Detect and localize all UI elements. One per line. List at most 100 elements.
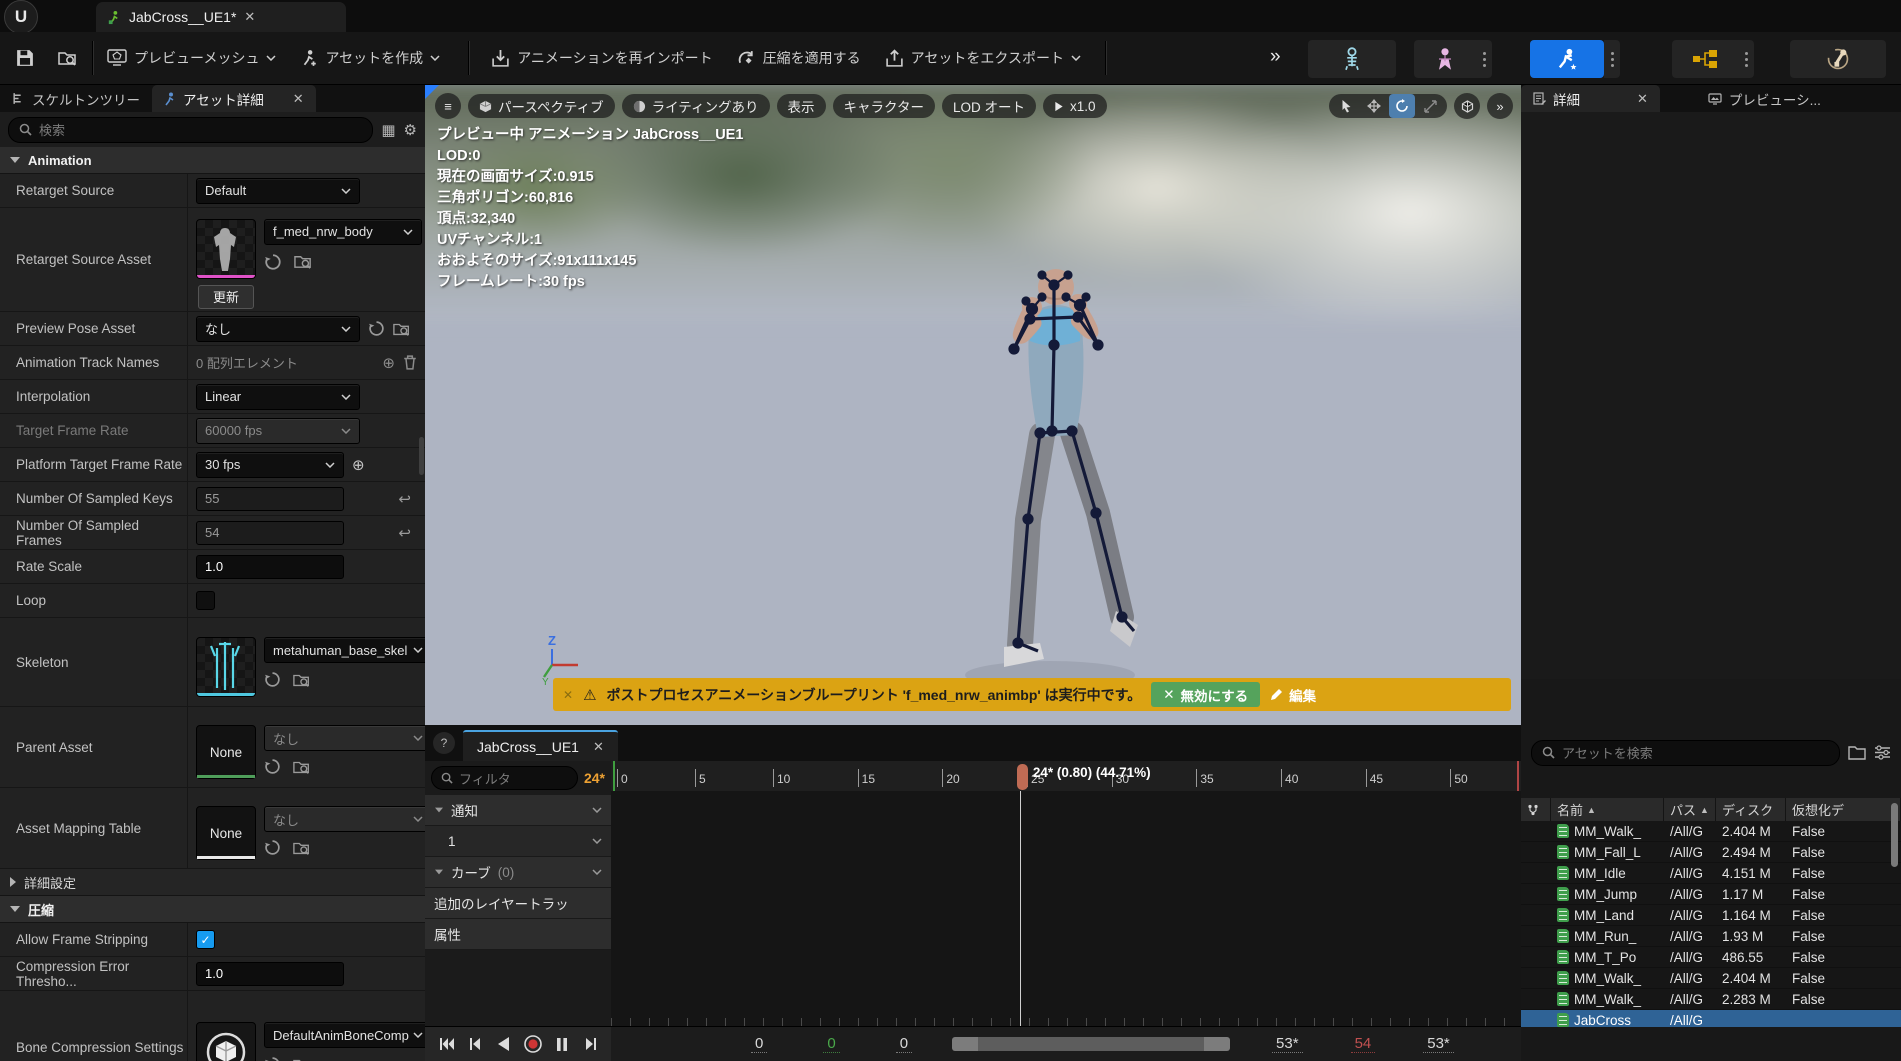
transport-end-frame[interactable]: 53* — [1423, 1035, 1454, 1053]
property-matrix-icon[interactable]: ▦ — [381, 121, 395, 139]
timeline-document-tab[interactable]: JabCross__UE1 ✕ — [463, 730, 618, 762]
column-disk-size[interactable]: ディスク — [1716, 798, 1786, 821]
column-path[interactable]: パス ▲ — [1664, 798, 1716, 821]
track-attributes[interactable]: 属性 — [425, 919, 611, 950]
edit-postprocess-button[interactable]: 編集 — [1270, 685, 1316, 705]
track-notifies[interactable]: 通知 — [425, 795, 611, 826]
physics-mode-button[interactable] — [1790, 40, 1886, 78]
create-asset-button[interactable]: アセットを作成 — [290, 38, 450, 78]
step-forward-button[interactable] — [580, 1033, 602, 1055]
tab-skeleton-tree[interactable]: スケルトンツリー — [0, 85, 152, 112]
details-search-input[interactable]: 検索 — [8, 116, 374, 143]
reset-to-default-icon[interactable]: ↩ — [398, 524, 411, 542]
tab-preview-scene[interactable]: プレビューシ... — [1696, 85, 1833, 112]
use-selected-asset-icon[interactable] — [264, 839, 281, 856]
retarget-source-asset-dropdown[interactable]: f_med_nrw_body — [264, 218, 422, 245]
playhead-marker[interactable] — [1016, 764, 1028, 790]
move-tool-icon[interactable] — [1361, 94, 1387, 118]
viewport-overflow-icon[interactable]: » — [1487, 93, 1513, 119]
compression-error-threshold-input[interactable]: 1.0 — [196, 961, 344, 986]
playback-speed-button[interactable]: x1.0 — [1042, 94, 1107, 118]
asset-table-scrollbar[interactable] — [1891, 803, 1898, 867]
timeline-filter-input[interactable]: フィルタ — [431, 766, 578, 790]
asset-row[interactable]: MM_Walk_/All/G 2.283 M False — [1521, 989, 1901, 1010]
dismiss-warning-icon[interactable]: ✕ — [563, 688, 573, 702]
record-button[interactable] — [522, 1033, 544, 1055]
browse-to-asset-icon[interactable] — [293, 840, 311, 856]
asset-row[interactable]: MM_Walk_/All/G 2.404 M False — [1521, 821, 1901, 842]
column-revision-control[interactable] — [1521, 798, 1551, 821]
scale-tool-icon[interactable] — [1417, 94, 1443, 118]
rate-scale-input[interactable]: 1.0 — [196, 554, 344, 579]
chevron-down-icon[interactable] — [592, 807, 602, 813]
unreal-logo-icon[interactable]: U — [4, 0, 38, 34]
browse-to-asset-icon[interactable] — [294, 253, 313, 270]
bone-compression-thumbnail[interactable] — [196, 1022, 256, 1061]
pause-button[interactable] — [551, 1033, 573, 1055]
section-animation[interactable]: Animation — [0, 147, 425, 174]
platform-target-frame-rate-dropdown[interactable]: 30 fps — [196, 451, 344, 478]
asset-row[interactable]: MM_Run_/All/G 1.93 M False — [1521, 926, 1901, 947]
rotate-tool-icon[interactable] — [1389, 94, 1415, 118]
viewport-menu-icon[interactable]: ≡ — [435, 93, 461, 119]
browse-content-button[interactable] — [48, 38, 88, 78]
transport-frame-field[interactable]: 0 — [751, 1035, 768, 1053]
browse-to-asset-icon[interactable] — [293, 1057, 311, 1061]
asset-row[interactable]: MM_Fall_L/All/G 2.494 M False — [1521, 842, 1901, 863]
use-selected-asset-icon[interactable] — [264, 1056, 281, 1061]
range-start-marker[interactable] — [613, 761, 615, 791]
asset-row[interactable]: MM_Land/All/G 1.164 M False — [1521, 905, 1901, 926]
interpolation-dropdown[interactable]: Linear — [196, 383, 360, 410]
apply-compression-button[interactable]: 圧縮を適用する — [727, 38, 871, 78]
camera-options-icon[interactable] — [1454, 93, 1480, 119]
close-icon[interactable]: ✕ — [244, 9, 255, 25]
disable-postprocess-button[interactable]: ✕ 無効にする — [1151, 682, 1261, 707]
browse-to-asset-icon[interactable] — [393, 321, 411, 337]
column-name[interactable]: 名前 ▲ — [1551, 798, 1664, 821]
asset-search-input[interactable]: アセットを検索 — [1531, 739, 1840, 766]
lit-mode-button[interactable]: ライティングあり — [621, 94, 770, 118]
transport-end-frame[interactable]: 53* — [1272, 1035, 1303, 1053]
add-element-icon[interactable]: ⊕ — [382, 354, 395, 372]
chevron-down-icon[interactable] — [592, 869, 602, 875]
loop-checkbox[interactable] — [196, 591, 215, 610]
timeline-ruler[interactable]: 05 10 15 20 25 30 35 40 45 50 24* (0.80) (44… — [611, 761, 1521, 792]
export-asset-button[interactable]: アセットをエクスポート — [875, 38, 1091, 78]
current-frame-badge[interactable]: 24* — [584, 770, 605, 786]
use-selected-asset-icon[interactable] — [264, 671, 281, 688]
asset-row[interactable]: MM_Idle/All/G 4.151 M False — [1521, 863, 1901, 884]
use-selected-asset-icon[interactable] — [264, 253, 282, 271]
close-icon[interactable]: ✕ — [1637, 91, 1648, 107]
animation-mode-button-active[interactable] — [1530, 40, 1620, 78]
transport-frame-field[interactable]: 0 — [895, 1035, 913, 1053]
parent-asset-thumbnail[interactable]: None — [196, 725, 256, 779]
blueprint-mode-button[interactable] — [1672, 40, 1754, 78]
help-icon[interactable]: ? — [433, 732, 455, 754]
retarget-update-button[interactable]: 更新 — [197, 284, 254, 309]
document-tab[interactable]: JabCross__UE1* ✕ — [96, 2, 346, 32]
add-platform-icon[interactable]: ⊕ — [352, 456, 365, 474]
select-tool-icon[interactable] — [1333, 94, 1359, 118]
timeline-scrollbar[interactable] — [952, 1037, 1231, 1051]
asset-row[interactable]: MM_Jump/All/G 1.17 M False — [1521, 884, 1901, 905]
retarget-source-asset-thumbnail[interactable] — [196, 218, 256, 279]
mesh-mode-options-icon[interactable] — [1476, 40, 1492, 78]
skeleton-mode-button[interactable] — [1308, 40, 1396, 78]
section-compression[interactable]: 圧縮 — [0, 896, 425, 923]
save-button[interactable] — [6, 38, 44, 78]
track-additive-layers[interactable]: 追加のレイヤートラッ — [425, 888, 611, 919]
transport-frame-field-green[interactable]: 0 — [823, 1035, 840, 1053]
preview-pose-asset-dropdown[interactable]: なし — [196, 315, 360, 342]
reset-to-default-icon[interactable]: ↩ — [398, 490, 411, 508]
toolbar-overflow-chevrons[interactable]: » — [1270, 46, 1280, 68]
column-virtualized[interactable]: 仮想化デ — [1786, 798, 1901, 821]
bone-compression-dropdown[interactable]: DefaultAnimBoneComp — [264, 1022, 432, 1048]
skeleton-thumbnail[interactable] — [196, 637, 256, 697]
preview-viewport[interactable]: ≡ パースペクティブ ライティングあり 表示 キャラクター LOD オート x1… — [425, 85, 1521, 725]
browse-to-asset-icon[interactable] — [293, 672, 311, 688]
view-options-sliders-icon[interactable] — [1874, 745, 1891, 760]
tab-details[interactable]: 詳細 ✕ — [1521, 85, 1660, 112]
tab-asset-details[interactable]: アセット詳細 ✕ — [152, 85, 316, 112]
mesh-mode-button[interactable] — [1414, 40, 1492, 78]
asset-row[interactable]: MM_Walk_/All/G 2.404 M False — [1521, 968, 1901, 989]
